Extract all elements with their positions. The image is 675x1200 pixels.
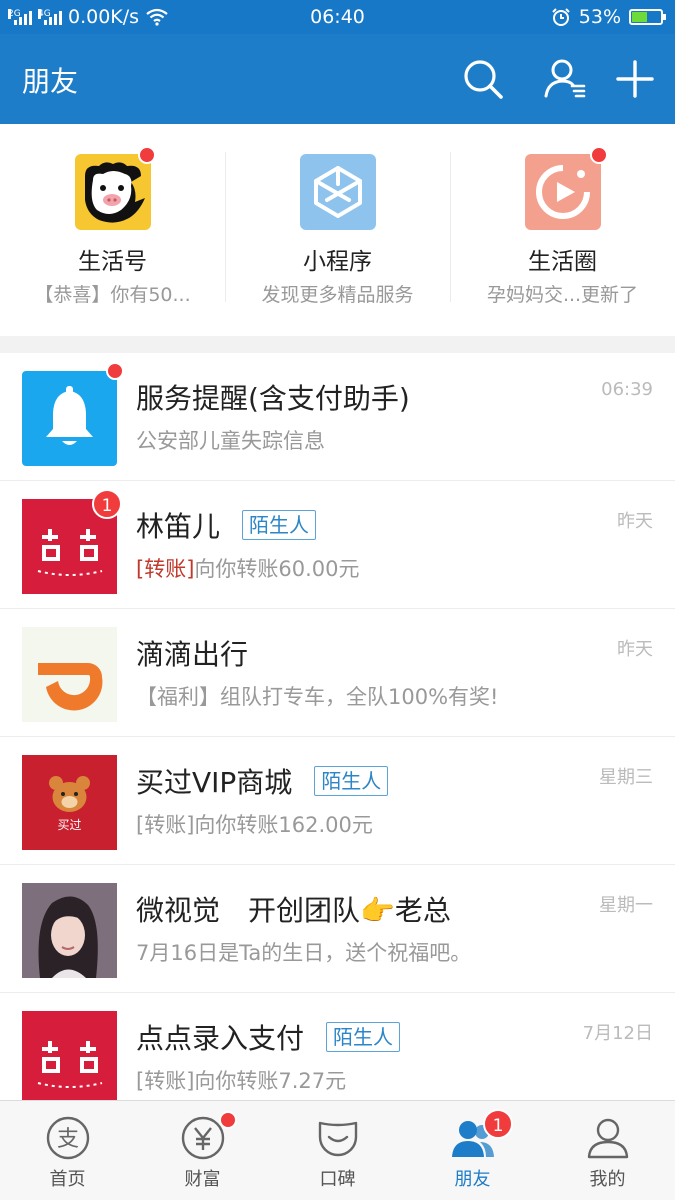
feature-tiles: 生活号 【恭喜】你有50... 小程序 发现更多精品服务 生活圈 孕妈妈交...… bbox=[0, 124, 675, 336]
tab-friends[interactable]: 1 朋友 bbox=[405, 1101, 540, 1200]
tab-wealth[interactable]: 财富 bbox=[135, 1101, 270, 1200]
alipay-friends-screen: 2G 4G 0.00K/s 06:40 53% 朋友 生活号 【恭喜】你有50.… bbox=[0, 0, 675, 1200]
life-circle-icon bbox=[524, 154, 601, 230]
conversation-preview: 【福利】组队打专车，全队100%有奖! bbox=[136, 685, 499, 709]
battery-percent: 53% bbox=[578, 6, 621, 28]
conversation-preview: [转账]向你转账60.00元 bbox=[136, 557, 360, 581]
tab-profile[interactable]: 我的 bbox=[540, 1101, 675, 1200]
stranger-tag: 陌生人 bbox=[326, 1022, 401, 1052]
battery-icon bbox=[629, 9, 666, 25]
search-icon[interactable] bbox=[460, 56, 506, 102]
conversation-row[interactable]: 微视觉 开创团队👉老总 7月16日是Ta的生日，送个祝福吧。 星期一 bbox=[0, 865, 675, 993]
bell-icon bbox=[22, 371, 117, 466]
piggy-icon bbox=[74, 154, 151, 230]
didi-logo-icon bbox=[22, 627, 117, 722]
conversation-time: 06:39 bbox=[601, 379, 653, 400]
status-right: 53% bbox=[551, 6, 666, 28]
conversation-name: 点点录入支付 陌生人 bbox=[136, 1017, 401, 1057]
conversation-preview: [转账]向你转账162.00元 bbox=[136, 813, 373, 837]
conversation-list: 服务提醒(含支付助手) 公安部儿童失踪信息 06:39 1 林笛儿 陌生人 [转… bbox=[0, 353, 675, 1100]
bottom-tab-bar: 支 首页 财富 口碑 1 朋友 我的 bbox=[0, 1100, 675, 1200]
conversation-name: 微视觉 开创团队👉老总 bbox=[136, 894, 451, 927]
tab-badge: 1 bbox=[483, 1109, 513, 1139]
tab-label: 朋友 bbox=[454, 1169, 491, 1190]
conversation-time: 星期一 bbox=[599, 895, 653, 916]
page-title: 朋友 bbox=[22, 65, 79, 98]
conversation-name: 服务提醒(含支付助手) bbox=[136, 382, 410, 415]
unread-badge: 1 bbox=[92, 489, 122, 519]
conversation-time: 昨天 bbox=[617, 511, 653, 532]
conversation-preview: [转账]向你转账7.27元 bbox=[136, 1069, 347, 1093]
diandian-avatar bbox=[22, 1011, 117, 1100]
conversation-row[interactable]: 买过 买过VIP商城 陌生人 [转账]向你转账162.00元 星期三 bbox=[0, 737, 675, 865]
mini-program-icon bbox=[299, 154, 376, 230]
conversation-name: 林笛儿 陌生人 bbox=[136, 505, 317, 545]
profile-icon bbox=[587, 1118, 628, 1159]
tab-label: 财富 bbox=[184, 1169, 221, 1190]
transfer-label: [转账] bbox=[136, 557, 195, 581]
conversation-row[interactable]: 点点录入支付 陌生人 [转账]向你转账7.27元 7月12日 bbox=[0, 993, 675, 1100]
tile-title: 生活圈 bbox=[528, 249, 597, 275]
avatar-text: 买过 bbox=[57, 818, 81, 832]
conversation-row[interactable]: 滴滴出行 【福利】组队打专车，全队100%有奖! 昨天 bbox=[0, 609, 675, 737]
stranger-tag: 陌生人 bbox=[242, 510, 317, 540]
conversation-time: 昨天 bbox=[617, 639, 653, 660]
home-icon: 支 bbox=[46, 1116, 89, 1160]
conversation-name: 滴滴出行 bbox=[136, 638, 249, 671]
conversation-name: 买过VIP商城 陌生人 bbox=[136, 761, 389, 801]
unread-dot bbox=[106, 362, 124, 380]
tab-label: 首页 bbox=[49, 1169, 86, 1190]
add-icon[interactable] bbox=[612, 56, 658, 102]
tile-notification-dot bbox=[590, 146, 608, 164]
tile-mini-programs[interactable]: 小程序 发现更多精品服务 bbox=[225, 124, 450, 336]
app-header: 朋友 bbox=[0, 34, 675, 124]
tile-notification-dot bbox=[138, 146, 156, 164]
tile-subtitle: 【恭喜】你有50... bbox=[34, 284, 191, 306]
tab-koubei[interactable]: 口碑 bbox=[270, 1101, 405, 1200]
conversation-time: 7月12日 bbox=[582, 1023, 653, 1044]
alarm-icon bbox=[552, 8, 570, 26]
tile-subtitle: 孕妈妈交...更新了 bbox=[486, 284, 639, 306]
tile-subtitle: 发现更多精品服务 bbox=[261, 284, 414, 306]
tile-title: 生活号 bbox=[78, 249, 147, 275]
tile-title: 小程序 bbox=[303, 249, 372, 275]
conversation-time: 星期三 bbox=[599, 767, 653, 788]
tab-notification-dot bbox=[219, 1111, 237, 1129]
conversation-preview: 7月16日是Ta的生日，送个祝福吧。 bbox=[136, 941, 472, 965]
tile-life-account[interactable]: 生活号 【恭喜】你有50... bbox=[0, 124, 225, 336]
svg-text:支: 支 bbox=[56, 1127, 78, 1152]
status-bar: 2G 4G 0.00K/s 06:40 53% bbox=[0, 0, 675, 34]
tile-life-circle[interactable]: 生活圈 孕妈妈交...更新了 bbox=[450, 124, 675, 336]
tab-home[interactable]: 支 首页 bbox=[0, 1101, 135, 1200]
tab-label: 口碑 bbox=[319, 1169, 356, 1190]
bear-avatar: 买过 bbox=[22, 755, 117, 850]
tab-label: 我的 bbox=[589, 1169, 626, 1190]
conversation-row[interactable]: 1 林笛儿 陌生人 [转账]向你转账60.00元 昨天 bbox=[0, 481, 675, 609]
conversation-row[interactable]: 服务提醒(含支付助手) 公安部儿童失踪信息 06:39 bbox=[0, 353, 675, 481]
conversation-preview: 公安部儿童失踪信息 bbox=[136, 429, 325, 453]
battery-level bbox=[632, 12, 647, 22]
portrait-avatar bbox=[22, 883, 117, 978]
koubei-icon bbox=[318, 1121, 357, 1157]
stranger-tag: 陌生人 bbox=[314, 766, 389, 796]
contacts-icon[interactable] bbox=[542, 56, 588, 102]
